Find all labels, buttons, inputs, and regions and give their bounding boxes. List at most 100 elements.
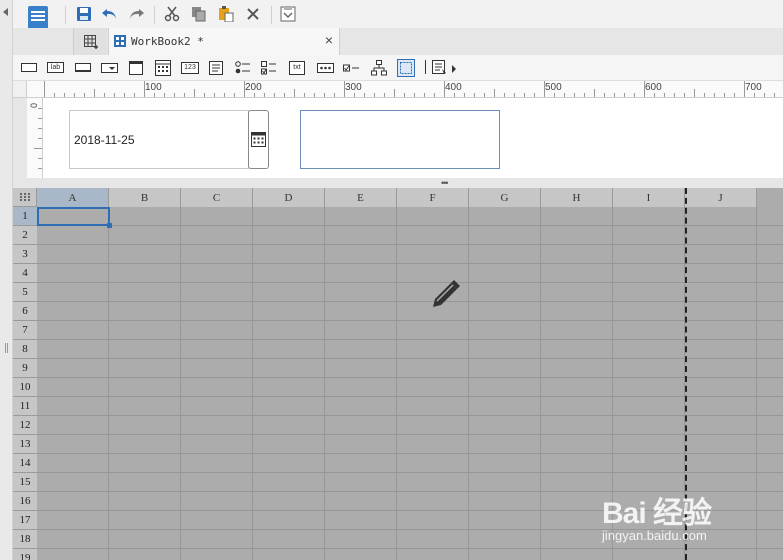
row-header-16[interactable]: 16 — [13, 492, 37, 511]
ruler-tick — [694, 89, 695, 97]
combobox-icon[interactable] — [101, 59, 118, 76]
grip-icon[interactable] — [5, 343, 8, 353]
row-header-13[interactable]: 13 — [13, 435, 37, 454]
row-header-5[interactable]: 5 — [13, 283, 37, 302]
row-header-6[interactable]: 6 — [13, 302, 37, 321]
preview-icon[interactable] — [278, 4, 298, 24]
ruler-tick — [774, 93, 775, 97]
cut-icon[interactable] — [162, 4, 182, 24]
column-header-c[interactable]: C — [181, 188, 253, 207]
row-header-15[interactable]: 15 — [13, 473, 37, 492]
ruler-tick — [334, 93, 335, 97]
grid-line-vertical — [252, 207, 253, 560]
ruler-tick — [38, 168, 42, 169]
collapse-arrow-icon[interactable] — [3, 8, 8, 16]
pane-splitter[interactable]: ••• — [13, 178, 783, 188]
lab-icon[interactable]: lab — [47, 59, 64, 76]
grid-line-horizontal — [37, 320, 783, 321]
ruler-tick — [104, 93, 105, 97]
tab-workbook2[interactable]: WorkBook2 * × — [108, 28, 340, 55]
row-header-3[interactable]: 3 — [13, 245, 37, 264]
ruler-tick — [124, 93, 125, 97]
frame-icon[interactable] — [397, 58, 415, 77]
ruler-tick — [604, 93, 605, 97]
grid-line-horizontal — [37, 415, 783, 416]
pencil-icon — [433, 280, 460, 307]
date-picker-button[interactable] — [248, 110, 269, 169]
row-header-7[interactable]: 7 — [13, 321, 37, 340]
ruler-tick — [574, 93, 575, 97]
ruler-tick — [214, 93, 215, 97]
row-header-18[interactable]: 18 — [13, 530, 37, 549]
column-header-j[interactable]: J — [685, 188, 757, 207]
ruler-tick — [374, 93, 375, 97]
ruler-tick — [38, 158, 42, 159]
column-header-a[interactable]: A — [37, 188, 109, 207]
ruler-tick — [164, 93, 165, 97]
grid-plus-icon — [83, 34, 98, 49]
column-header-g[interactable]: G — [469, 188, 541, 207]
save-icon[interactable] — [74, 4, 94, 24]
add-sheet-button[interactable] — [73, 28, 107, 55]
ruler-tick — [344, 81, 345, 97]
checkbox-group-icon[interactable] — [261, 59, 277, 76]
txt-icon[interactable]: txt — [289, 59, 305, 76]
copy-icon[interactable] — [189, 4, 209, 24]
row-header-4[interactable]: 4 — [13, 264, 37, 283]
column-header-f[interactable]: F — [397, 188, 469, 207]
row-header-12[interactable]: 12 — [13, 416, 37, 435]
redo-icon[interactable] — [126, 4, 146, 24]
row-header-17[interactable]: 17 — [13, 511, 37, 530]
ruler-tick — [174, 93, 175, 97]
selected-cell-a1[interactable] — [37, 207, 110, 226]
row-header-11[interactable]: 11 — [13, 397, 37, 416]
select-all-corner[interactable] — [13, 188, 37, 207]
column-header-b[interactable]: B — [109, 188, 181, 207]
delete-icon[interactable] — [243, 4, 263, 24]
grid-line-vertical — [396, 207, 397, 560]
ruler-tick — [364, 93, 365, 97]
date-widget-icon[interactable] — [129, 59, 143, 76]
grid-line-vertical — [108, 207, 109, 560]
ruler-tick — [324, 93, 325, 97]
label-widget-icon[interactable] — [21, 59, 37, 76]
undo-icon[interactable] — [100, 4, 120, 24]
ruler-tick — [524, 93, 525, 97]
column-header-d[interactable]: D — [253, 188, 325, 207]
ruler-mark: 500 — [545, 82, 562, 93]
radio-group-icon[interactable] — [235, 59, 251, 76]
ruler-tick — [744, 81, 745, 97]
left-panel-splitter[interactable] — [0, 0, 13, 560]
column-header-i[interactable]: I — [613, 188, 685, 207]
row-header-2[interactable]: 2 — [13, 226, 37, 245]
password-icon[interactable] — [317, 59, 334, 76]
form-canvas[interactable]: 2018-11-25 — [43, 98, 783, 178]
more-widgets-icon[interactable] — [432, 59, 458, 76]
close-icon[interactable]: × — [325, 32, 333, 48]
ruler-tick — [134, 93, 135, 97]
ruler-mark: 700 — [745, 82, 762, 93]
row-header-8[interactable]: 8 — [13, 340, 37, 359]
fill-handle[interactable] — [107, 223, 112, 228]
row-header-14[interactable]: 14 — [13, 454, 37, 473]
column-header-e[interactable]: E — [325, 188, 397, 207]
row-header-10[interactable]: 10 — [13, 378, 37, 397]
textarea-icon[interactable] — [209, 59, 223, 76]
number-widget-icon[interactable]: 123 — [181, 59, 199, 76]
row-header-1[interactable]: 1 — [13, 207, 37, 226]
text-widget[interactable] — [300, 110, 500, 169]
calendar-widget-icon[interactable] — [155, 59, 171, 76]
ruler-tick — [84, 93, 85, 97]
row-header-19[interactable]: 19 — [13, 549, 37, 560]
ruler-tick — [244, 81, 245, 97]
date-field[interactable]: 2018-11-25 — [69, 110, 249, 169]
grid-line-vertical — [324, 207, 325, 560]
textfield-icon[interactable] — [75, 59, 91, 76]
checkbox-icon[interactable] — [343, 59, 359, 76]
tree-icon[interactable] — [371, 59, 387, 76]
column-header-h[interactable]: H — [541, 188, 613, 207]
ruler-tick — [74, 93, 75, 97]
paste-icon[interactable] — [216, 4, 236, 24]
row-header-9[interactable]: 9 — [13, 359, 37, 378]
splitter-grip-icon[interactable]: ••• — [441, 178, 449, 188]
